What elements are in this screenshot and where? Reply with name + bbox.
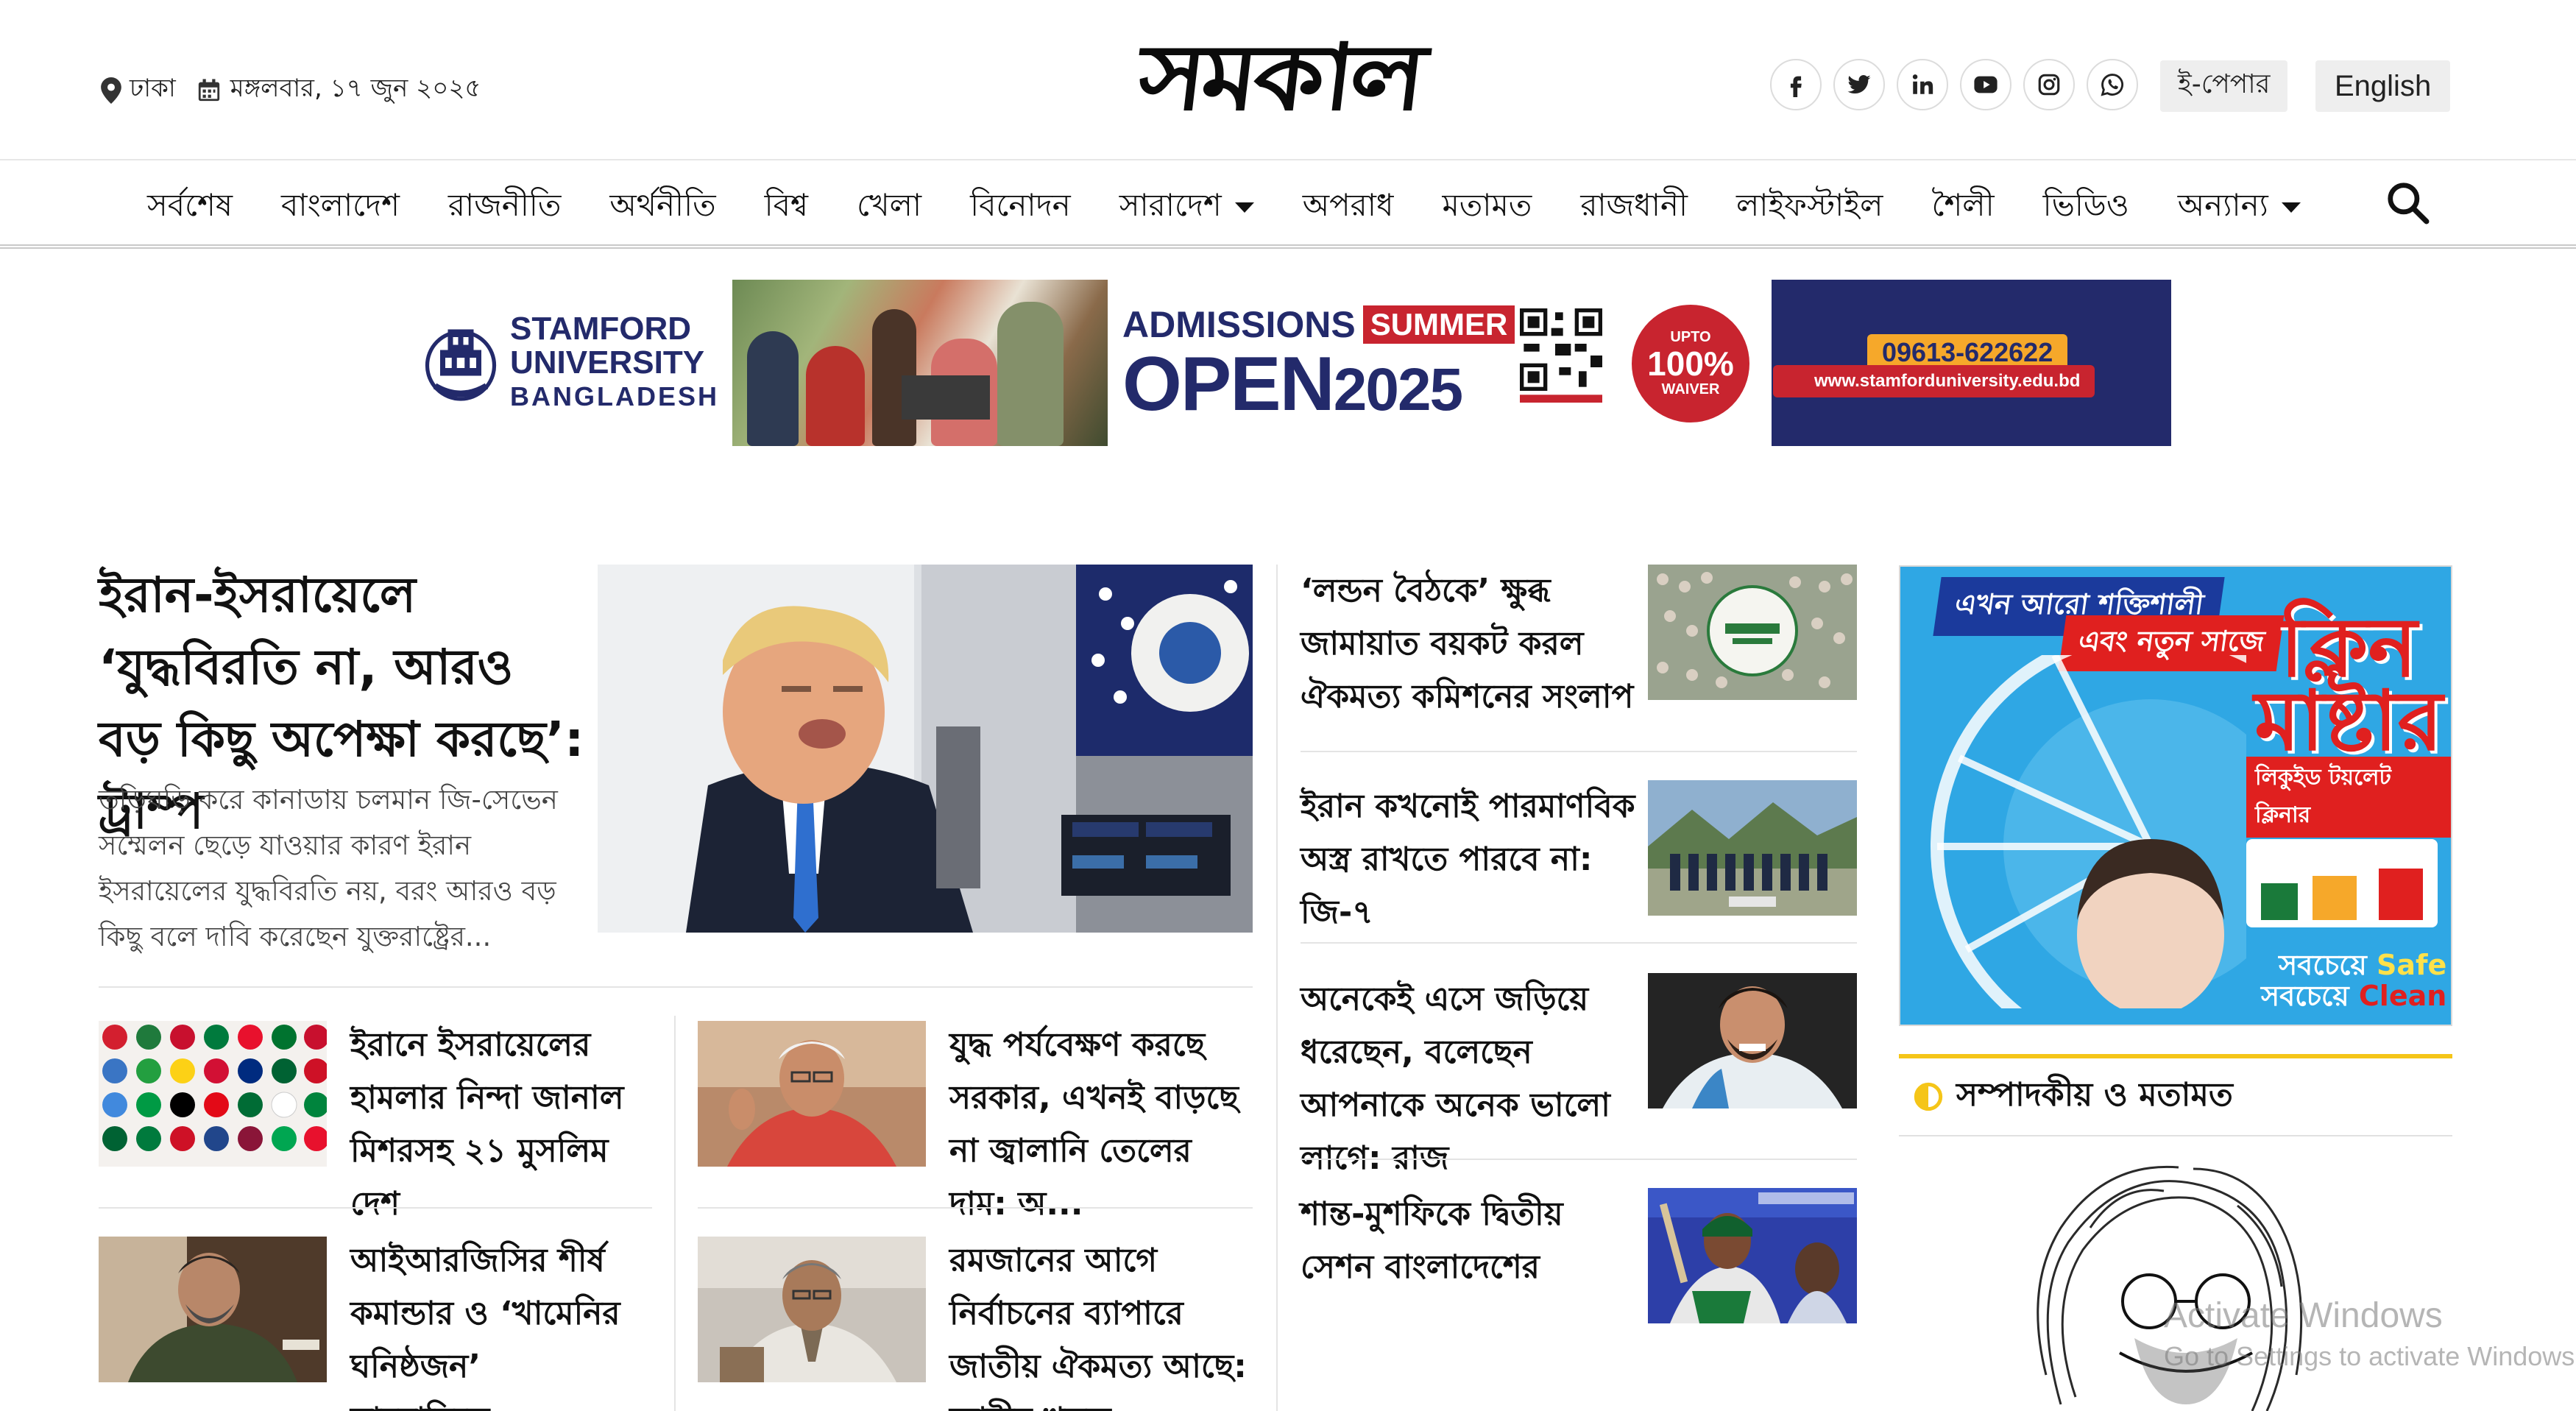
news-image-raj[interactable] [1648, 973, 1857, 1108]
banner-ad[interactable]: STAMFORD UNIVERSITY BANGLADESH ADMISSION… [408, 280, 2171, 446]
lead-image[interactable] [598, 565, 1253, 933]
news-image-cricket[interactable] [1648, 1188, 1857, 1323]
card-headline[interactable]: আইআরজিসির শীর্ষ কমান্ডার ও ‘খামেনির ঘনিষ… [350, 1234, 667, 1411]
news-headline[interactable]: অনেকেই এসে জড়িয়ে ধরেছেন, বলেছেন আপনাকে… [1301, 973, 1639, 1185]
sidebar-ad-clean-master[interactable]: এখন আরো শক্তিশালী এবং নতুন সাজে ক্লিন মা… [1899, 565, 2452, 1026]
location-date: ঢাকা মঙ্গলবার, ১৭ জুন ২০২৫ [100, 69, 481, 111]
nav-item-bangladesh[interactable]: বাংলাদেশ [281, 181, 400, 233]
news-image-g7[interactable] [1648, 780, 1857, 916]
nav-item-shoily[interactable]: শৈলী [1931, 181, 1994, 233]
nav-item-crime[interactable]: অপরাধ [1303, 181, 1394, 233]
instagram-icon[interactable] [2023, 59, 2075, 110]
university-seal-icon [425, 329, 497, 401]
youtube-icon[interactable] [1960, 59, 2011, 110]
chevron-down-icon [2281, 202, 2301, 213]
nav-item-video[interactable]: ভিডিও [2043, 181, 2129, 233]
location-text: ঢাকা [130, 74, 176, 103]
nav-menu: সর্বশেষ বাংলাদেশ রাজনীতি অর্থনীতি বিশ্ব … [147, 181, 2349, 233]
social-links [1770, 59, 2138, 110]
card-headline[interactable]: ইরানে ইসরায়েলের হামলার নিন্দা জানাল মিশ… [350, 1019, 667, 1231]
news-headline[interactable]: ‘লন্ডন বৈঠকে’ ক্ষুব্ধ জামায়াত বয়কট করল… [1301, 565, 1639, 724]
calendar-icon [198, 78, 219, 101]
opinion-section-title: সম্পাদকীয় ও মতামত [1956, 1075, 2233, 1114]
ad-contact-block: 09613-622622 www.stamforduniversity.edu.… [1772, 280, 2171, 446]
nav-item-latest[interactable]: সর্বশেষ [147, 181, 233, 233]
os-activation-watermark-sub: Go to Settings to activate Windows. [2164, 1341, 2576, 1371]
lead-summary: তড়িঘড়ি করে কানাডায় চলমান জি-সেভেন সম্… [99, 784, 558, 952]
whatsapp-icon[interactable] [2087, 59, 2138, 110]
nav-item-sports[interactable]: খেলা [857, 181, 921, 233]
epaper-button[interactable]: ই-পেপার [2160, 60, 2288, 112]
news-image-jamaat[interactable] [1648, 565, 1857, 700]
nav-item-opinion[interactable]: মতামত [1442, 181, 1532, 233]
qr-code-icon [1520, 308, 1602, 403]
nav-item-economy[interactable]: অর্থনীতি [609, 181, 715, 233]
os-activation-watermark: Activate Windows [2164, 1296, 2443, 1335]
search-icon[interactable] [2385, 180, 2430, 225]
nav-item-lifestyle[interactable]: লাইফস্টাইল [1736, 181, 1883, 233]
ad-website: www.stamforduniversity.edu.bd [1773, 365, 2095, 397]
english-version-button[interactable]: English [2315, 60, 2451, 112]
twitter-icon[interactable] [1833, 59, 1885, 110]
nav-item-entertainment[interactable]: বিনোদন [970, 181, 1071, 233]
divider [698, 1207, 1253, 1209]
card-headline[interactable]: রমজানের আগে নির্বাচনের ব্যাপারে জাতীয় ঐ… [949, 1234, 1259, 1411]
ad-headline: ADMISSIONS SUMMER OPEN2025 [1108, 280, 1520, 446]
opinion-section-header[interactable]: সম্পাদকীয় ও মতামত [1899, 1054, 2452, 1136]
card-headline[interactable]: যুদ্ধ পর্যবেক্ষণ করছে সরকার, এখনই বাড়ছে… [949, 1019, 1259, 1231]
ad-graphic [1931, 655, 2246, 1008]
main-nav: সর্বশেষ বাংলাদেশ রাজনীতি অর্থনীতি বিশ্ব … [0, 162, 2576, 249]
divider [99, 1207, 652, 1209]
location-pin-icon [101, 77, 121, 104]
half-circle-icon [1914, 1082, 1943, 1111]
ad-brand-text: STAMFORD UNIVERSITY BANGLADESH [510, 311, 720, 412]
news-headline[interactable]: ইরান কখনোই পারমাণবিক অস্ত্র রাখতে পারবে … [1301, 780, 1639, 939]
site-logo[interactable]: সমকাল [1001, 22, 1560, 132]
ad-brand-block: STAMFORD UNIVERSITY BANGLADESH [408, 280, 732, 446]
ad-brand: ক্লিন মাষ্টার [2254, 600, 2443, 769]
logo-text: সমকাল [1133, 23, 1429, 131]
card-image-flags[interactable] [99, 1021, 327, 1167]
card-image-khasru[interactable] [698, 1237, 926, 1382]
ad-slogan: সবচেয়ে Safe সবচেয়ে Clean [2261, 949, 2447, 1012]
chevron-down-icon [1234, 202, 1254, 213]
nav-item-capital[interactable]: রাজধানী [1580, 181, 1688, 233]
card-image-commander[interactable] [99, 1237, 327, 1382]
ad-photo [732, 280, 1108, 446]
nav-item-politics[interactable]: রাজনীতি [448, 181, 561, 233]
nav-item-country[interactable]: সারাদেশ [1119, 181, 1254, 233]
divider [674, 1016, 676, 1411]
nav-item-others[interactable]: অন্যান্য [2178, 181, 2301, 233]
waiver-badge: UPTO 100% WAIVER [1632, 305, 1749, 422]
divider [1276, 565, 1278, 1411]
news-headline[interactable]: শান্ত-মুশফিকে দ্বিতীয় সেশন বাংলাদেশের [1301, 1188, 1639, 1294]
card-image-advisor[interactable] [698, 1021, 926, 1167]
divider [1301, 942, 1857, 944]
ad-product-box [2246, 839, 2438, 927]
facebook-icon[interactable] [1770, 59, 1822, 110]
divider [1301, 1159, 1857, 1160]
linkedin-icon[interactable] [1897, 59, 1948, 110]
nav-item-world[interactable]: বিশ্ব [765, 181, 808, 233]
site-header: ঢাকা মঙ্গলবার, ১৭ জুন ২০২৫ সমকাল ই-পেপার… [0, 0, 2576, 160]
opinion-author-sketch[interactable] [1899, 1154, 2452, 1411]
date-text: মঙ্গলবার, ১৭ জুন ২০২৫ [230, 74, 481, 103]
divider [99, 986, 1253, 988]
divider [1301, 751, 1857, 752]
ad-subtitle: লিকুইড টয়লেট ক্লিনার [2246, 757, 2451, 838]
